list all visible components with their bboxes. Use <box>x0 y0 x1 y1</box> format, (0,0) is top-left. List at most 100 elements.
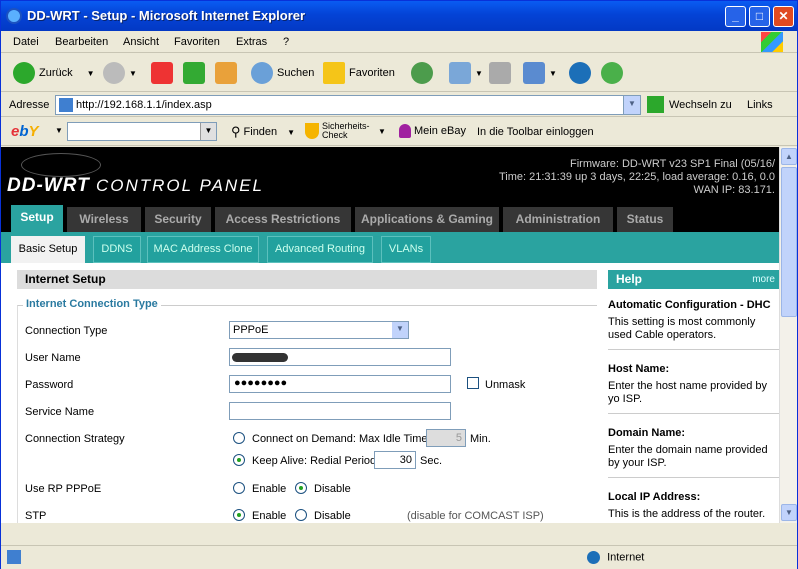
ebay-logo: ebY <box>11 123 39 140</box>
print-button[interactable] <box>489 60 515 86</box>
tab-access-restrictions[interactable]: Access Restrictions <box>215 207 351 232</box>
rp-pppoe-disable-label: Disable <box>314 483 351 495</box>
home-icon <box>215 62 237 84</box>
find-button[interactable]: ⚲ Finden ▼ <box>231 124 295 140</box>
max-idle-time-field[interactable]: 5 <box>426 429 466 447</box>
discuss-button[interactable] <box>569 60 595 86</box>
links-button[interactable]: Links <box>747 99 773 111</box>
back-button[interactable]: Zurück ▼ <box>13 60 95 86</box>
connect-on-demand-radio[interactable] <box>233 432 245 444</box>
menu-help[interactable]: ? <box>283 36 289 48</box>
rp-pppoe-enable-radio[interactable] <box>233 482 245 494</box>
magnifier-icon: ⚲ <box>231 124 241 139</box>
help-divider <box>608 477 779 478</box>
close-button[interactable]: ✕ <box>773 6 794 27</box>
help-header: Help more <box>608 270 779 289</box>
mail-button[interactable]: ▼ <box>449 60 483 86</box>
help-item: Automatic Configuration - DHC This settin… <box>608 299 771 341</box>
edit-icon <box>523 62 545 84</box>
service-name-field[interactable] <box>229 402 451 420</box>
my-ebay-button[interactable]: Mein eBay <box>399 124 466 138</box>
messenger-icon <box>601 62 623 84</box>
menu-bar: Datei Bearbeiten Ansicht Favoriten Extra… <box>1 32 797 53</box>
keep-alive-radio[interactable] <box>233 454 245 466</box>
sec-label: Sec. <box>420 455 443 467</box>
tab-security[interactable]: Security <box>145 207 211 232</box>
address-bar: Adresse http://192.168.1.1/index.asp ▼ W… <box>1 93 797 117</box>
username-field[interactable] <box>229 348 451 366</box>
maximize-button[interactable]: □ <box>749 6 770 27</box>
help-more-link[interactable]: more <box>752 274 775 285</box>
subtab-advanced-routing[interactable]: Advanced Routing <box>267 236 373 263</box>
connection-type-select[interactable]: PPPoE ▼ <box>229 321 409 339</box>
refresh-button[interactable] <box>183 60 209 86</box>
go-button[interactable]: Wechseln zu <box>647 96 732 113</box>
tab-wireless[interactable]: Wireless <box>67 207 141 232</box>
rp-pppoe-label: Use RP PPPoE <box>25 483 102 495</box>
ebay-menu-icon[interactable]: ▼ <box>55 126 63 135</box>
toolbar: Zurück ▼ ▼ Suchen Favoriten ▼ ▼ <box>1 54 797 92</box>
tab-status[interactable]: Status <box>617 207 673 232</box>
messenger-button[interactable] <box>601 60 627 86</box>
history-button[interactable] <box>411 60 437 86</box>
subtab-basic-setup[interactable]: Basic Setup <box>11 236 85 263</box>
stp-label: STP <box>25 510 47 522</box>
menu-ansicht[interactable]: Ansicht <box>123 36 159 48</box>
status-bar: Internet <box>1 545 797 569</box>
security-check-button[interactable]: Sicherheits-Check ▼ <box>305 122 386 140</box>
stp-disable-radio[interactable] <box>295 509 307 521</box>
globe-icon <box>587 551 600 564</box>
menu-datei[interactable]: Datei <box>13 36 39 48</box>
refresh-icon <box>183 62 205 84</box>
help-item: Host Name: Enter the host name provided b… <box>608 363 767 405</box>
toolbar-login-link[interactable]: In die Toolbar einloggen <box>477 126 594 138</box>
stp-enable-radio[interactable] <box>233 509 245 521</box>
ie-icon <box>6 8 22 24</box>
scroll-up-icon[interactable]: ▲ <box>781 148 797 165</box>
search-button[interactable]: Suchen <box>251 60 314 86</box>
vertical-scrollbar[interactable]: ▲ ▼ <box>779 147 797 523</box>
rp-pppoe-disable-radio[interactable] <box>295 482 307 494</box>
minimize-button[interactable]: _ <box>725 6 746 27</box>
section-title: Internet Setup <box>17 270 597 289</box>
menu-extras[interactable]: Extras <box>236 36 267 48</box>
password-label: Password <box>25 379 74 391</box>
stp-note: (disable for COMCAST ISP) <box>407 510 544 522</box>
address-dropdown-icon[interactable]: ▼ <box>623 96 640 114</box>
tab-setup[interactable]: Setup <box>11 205 63 232</box>
tab-administration[interactable]: Administration <box>503 207 613 232</box>
address-input[interactable]: http://192.168.1.1/index.asp ▼ <box>55 95 641 115</box>
connect-on-demand-label: Connect on Demand: Max Idle Time <box>252 433 428 445</box>
help-item: Local IP Address: This is the address of … <box>608 491 766 520</box>
stop-button[interactable] <box>151 60 177 86</box>
menu-favoriten[interactable]: Favoriten <box>174 36 220 48</box>
subtab-vlans[interactable]: VLANs <box>381 236 431 263</box>
scroll-thumb[interactable] <box>781 167 797 317</box>
ebay-search-input[interactable]: ▼ <box>67 122 217 141</box>
tab-applications-gaming[interactable]: Applications & Gaming <box>355 207 499 232</box>
menu-bearbeiten[interactable]: Bearbeiten <box>55 36 108 48</box>
home-button[interactable] <box>215 60 241 86</box>
window-title: DD-WRT - Setup - Microsoft Internet Expl… <box>27 8 306 23</box>
password-field[interactable]: ●●●●●●●● <box>229 375 451 393</box>
unmask-checkbox[interactable] <box>467 377 479 389</box>
rp-pppoe-enable-label: Enable <box>252 483 287 495</box>
signal-waves-icon <box>21 153 101 177</box>
min-label: Min. <box>470 433 491 445</box>
page-icon <box>59 98 73 112</box>
subtab-ddns[interactable]: DDNS <box>93 236 141 263</box>
edit-button[interactable]: ▼ <box>523 60 557 86</box>
redial-period-field[interactable]: 30 <box>374 451 416 469</box>
forward-button[interactable]: ▼ <box>103 60 137 86</box>
main-tabs: Setup Wireless Security Access Restricti… <box>1 205 779 232</box>
subtab-mac-address-clone[interactable]: MAC Address Clone <box>147 236 259 263</box>
scroll-down-icon[interactable]: ▼ <box>781 504 797 521</box>
stp-disable-label: Disable <box>314 510 351 522</box>
title-bar: DD-WRT - Setup - Microsoft Internet Expl… <box>1 1 797 31</box>
favorites-button[interactable]: Favoriten <box>323 60 395 86</box>
ddwrt-logo: DD-WRT CONTROL PANEL <box>7 175 264 196</box>
address-url: http://192.168.1.1/index.asp <box>76 99 212 111</box>
printer-icon <box>489 62 511 84</box>
firmware-info: Firmware: DD-WRT v23 SP1 Final (05/16/ T… <box>498 158 775 196</box>
person-icon <box>399 124 411 138</box>
